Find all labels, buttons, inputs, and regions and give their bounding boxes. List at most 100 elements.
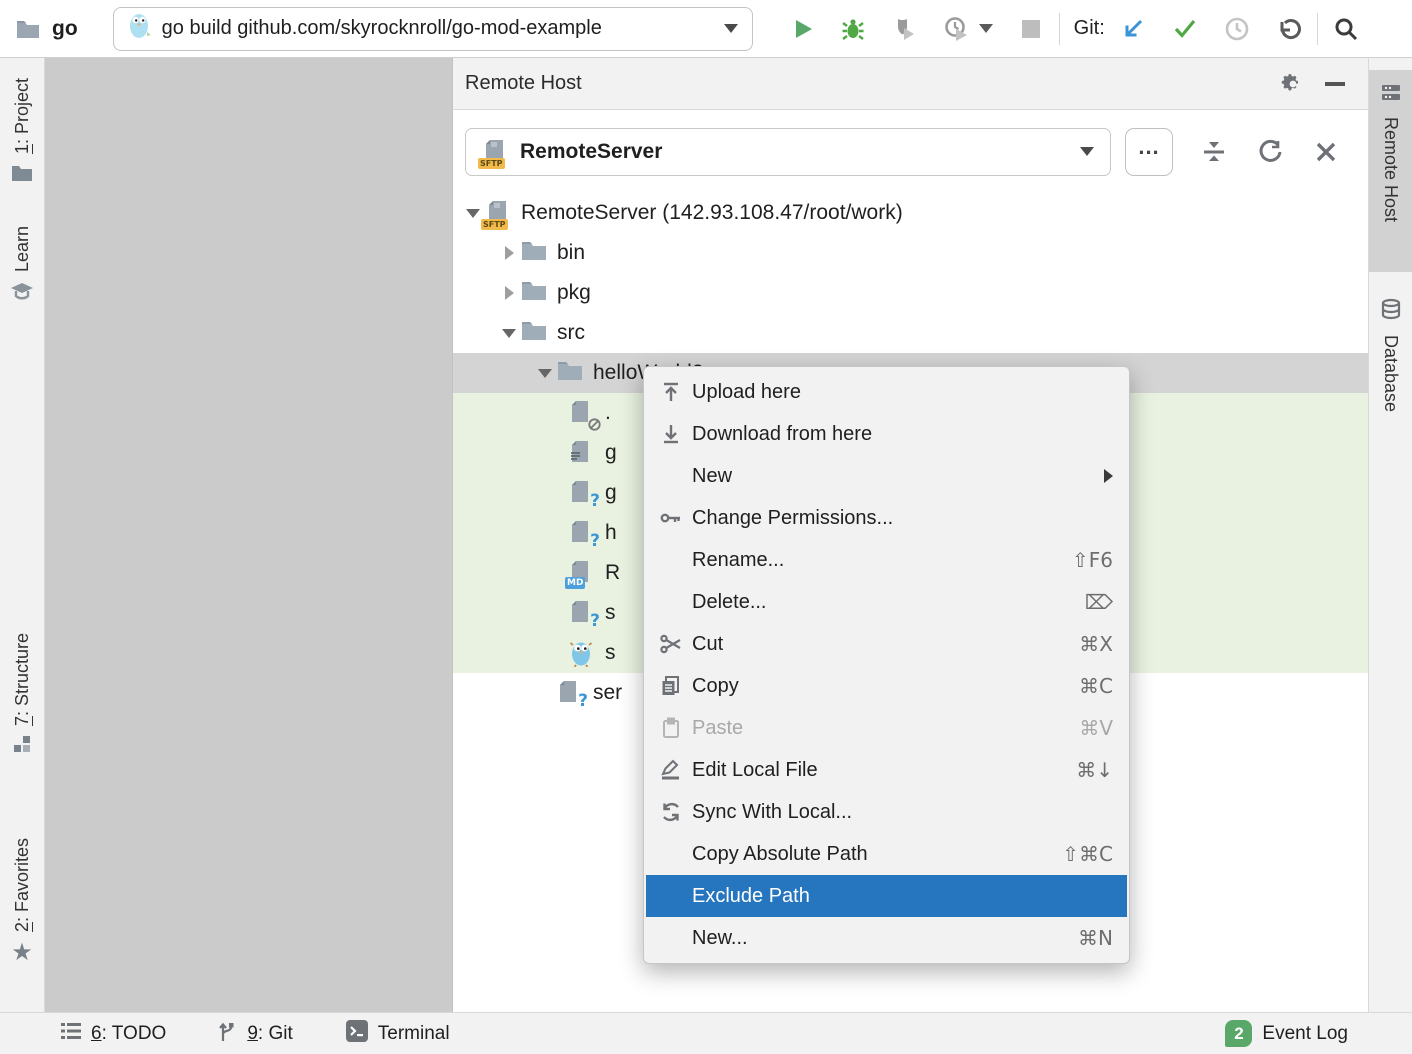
statusbar-item-terminal[interactable]: Terminal [345, 1019, 450, 1049]
pencil-icon [656, 758, 686, 782]
sync-icon [656, 800, 686, 824]
expand-arrow-icon[interactable] [461, 209, 485, 218]
server-name: RemoteServer [520, 140, 1070, 164]
tree-row-label: bin [557, 241, 585, 265]
profiler-dropdown-icon[interactable] [979, 24, 993, 33]
chevron-down-icon [724, 24, 738, 33]
tree-row-remote-server[interactable]: SFTP RemoteServer (142.93.108.47/root/wo… [453, 193, 1368, 233]
run-button[interactable] [789, 15, 817, 43]
download-icon [656, 422, 686, 446]
sidebar-item-database[interactable]: Database [1369, 286, 1412, 466]
menu-item-copy-absolute-path[interactable]: Copy Absolute Path ⇧⌘C [644, 833, 1129, 875]
sidebar-item-project[interactable]: 1: Project [0, 78, 44, 187]
menu-item-new[interactable]: New [644, 455, 1129, 497]
todo-label: 6: TODO [91, 1023, 166, 1045]
unknown-file-icon: ? [569, 519, 597, 547]
menu-item-edit-local-file[interactable]: Edit Local File ⌘↓ [644, 749, 1129, 791]
gear-icon[interactable] [1278, 69, 1308, 99]
git-update-button[interactable] [1119, 15, 1147, 43]
favorites-tab-label: 2: Favorites [12, 838, 33, 932]
tree-row-label: ser [593, 681, 622, 705]
statusbar-item-git[interactable]: 9: Git [218, 1020, 292, 1048]
folder-icon [11, 162, 33, 187]
remote-host-icon [1380, 82, 1402, 109]
folder-icon [521, 279, 549, 307]
tree-row-label: s [605, 641, 616, 665]
tree-row-label: g [605, 441, 617, 465]
server-select[interactable]: SFTP RemoteServer [465, 128, 1111, 176]
database-icon [1379, 298, 1403, 327]
collapse-all-icon[interactable] [1199, 137, 1229, 167]
left-toolwindow-bar: 1: Project Learn 7: Structure 2: Favorit… [0, 58, 45, 1012]
run-with-coverage-icon[interactable] [891, 15, 919, 43]
expand-arrow-icon[interactable] [497, 286, 521, 300]
search-everywhere-icon[interactable] [1332, 15, 1360, 43]
tree-row-bin[interactable]: bin [453, 233, 1368, 273]
structure-icon [12, 734, 32, 759]
tree-row-label: src [557, 321, 585, 345]
menu-item-upload-here[interactable]: Upload here [644, 371, 1129, 413]
copy-icon [656, 674, 686, 698]
terminal-icon [345, 1019, 369, 1049]
close-icon[interactable] [1311, 137, 1341, 167]
menu-item-change-permissions[interactable]: Change Permissions... [644, 497, 1129, 539]
expand-arrow-icon[interactable] [497, 329, 521, 338]
folder-icon [521, 239, 549, 267]
event-count-badge: 2 [1225, 1020, 1252, 1047]
git-label: Git: [1074, 17, 1105, 40]
menu-item-rename[interactable]: Rename... ⇧F6 [644, 539, 1129, 581]
submenu-arrow-icon [1104, 469, 1113, 483]
todo-list-icon [60, 1021, 82, 1047]
project-name: go [52, 17, 78, 41]
unknown-file-icon: ? [569, 479, 597, 507]
menu-item-cut[interactable]: Cut ⌘X [644, 623, 1129, 665]
gopher-icon [128, 12, 152, 45]
stop-button [1017, 15, 1045, 43]
expand-arrow-icon[interactable] [497, 246, 521, 260]
browse-servers-button[interactable]: ... [1125, 128, 1173, 176]
refresh-icon[interactable] [1255, 137, 1285, 167]
clipboard-icon [656, 716, 686, 740]
tree-row-label: pkg [557, 281, 591, 305]
menu-item-paste: Paste ⌘V [644, 707, 1129, 749]
event-log-label: Event Log [1262, 1023, 1348, 1045]
expand-arrow-icon[interactable] [533, 369, 557, 378]
terminal-label: Terminal [378, 1023, 450, 1045]
sidebar-item-learn[interactable]: Learn [0, 226, 44, 307]
context-menu: Upload here Download from here New Chang… [643, 366, 1130, 964]
folder-icon [521, 319, 549, 347]
sidebar-item-structure[interactable]: 7: Structure [0, 633, 44, 759]
git-branch-icon [218, 1020, 238, 1048]
tree-row-label: s [605, 601, 616, 625]
profiler-icon[interactable] [943, 15, 971, 43]
menu-item-new-file[interactable]: New... ⌘N [644, 917, 1129, 959]
tree-row-pkg[interactable]: pkg [453, 273, 1368, 313]
tree-row-src[interactable]: src [453, 313, 1368, 353]
panel-title: Remote Host [465, 72, 1266, 95]
sidebar-item-favorites[interactable]: 2: Favorites ★ [0, 838, 44, 964]
menu-item-delete[interactable]: Delete... ⌦ [644, 581, 1129, 623]
statusbar-item-event-log[interactable]: 2 Event Log [1225, 1020, 1348, 1047]
rollback-button[interactable] [1275, 15, 1303, 43]
debug-button[interactable] [839, 15, 867, 43]
menu-item-download-from-here[interactable]: Download from here [644, 413, 1129, 455]
status-bar: 6: TODO 9: Git Terminal 2 Event Log [0, 1012, 1412, 1054]
run-configuration-select[interactable]: go build github.com/skyrocknroll/go-mod-… [113, 7, 753, 51]
menu-item-copy[interactable]: Copy ⌘C [644, 665, 1129, 707]
ignored-file-icon [569, 399, 597, 427]
upload-icon [656, 380, 686, 404]
hide-panel-icon[interactable] [1320, 69, 1350, 99]
menu-item-sync-with-local[interactable]: Sync With Local... [644, 791, 1129, 833]
graduation-cap-icon [10, 280, 34, 307]
git-commit-button[interactable] [1171, 15, 1199, 43]
folder-icon [557, 359, 585, 387]
main-toolbar: go go build github.com/skyrocknroll/go-m… [0, 0, 1412, 58]
tree-row-label: RemoteServer (142.93.108.47/root/work) [521, 201, 903, 225]
sidebar-item-remote-host[interactable]: Remote Host [1369, 70, 1412, 272]
menu-item-exclude-path[interactable]: Exclude Path [646, 875, 1127, 917]
sftp-server-icon: SFTP [485, 199, 513, 227]
statusbar-item-todo[interactable]: 6: TODO [60, 1021, 166, 1047]
remote-host-toolbar: SFTP RemoteServer ... [453, 110, 1368, 193]
markdown-file-icon: MD [569, 559, 597, 587]
run-configuration-text: go build github.com/skyrocknroll/go-mod-… [162, 17, 714, 40]
